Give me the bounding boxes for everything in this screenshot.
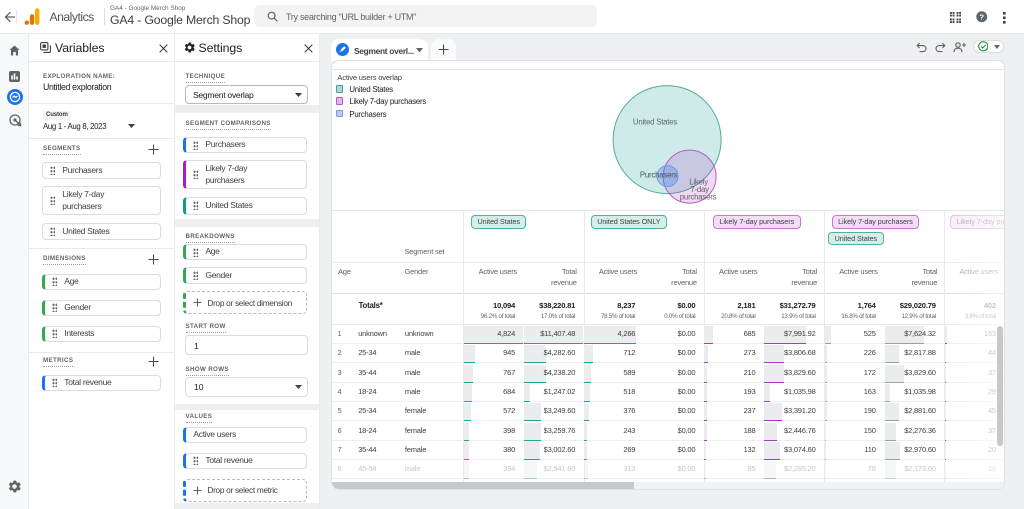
svg-text:Purchasers: Purchasers — [640, 171, 678, 180]
svg-text:purchasers: purchasers — [680, 193, 717, 202]
svg-text:?: ? — [979, 12, 984, 21]
svg-text:United States: United States — [633, 118, 678, 127]
